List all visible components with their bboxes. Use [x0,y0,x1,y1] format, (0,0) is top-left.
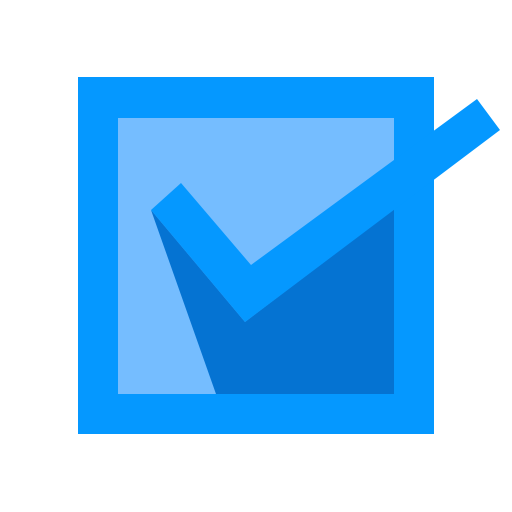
icon-canvas [0,0,512,512]
checked-checkbox-icon [78,77,500,434]
